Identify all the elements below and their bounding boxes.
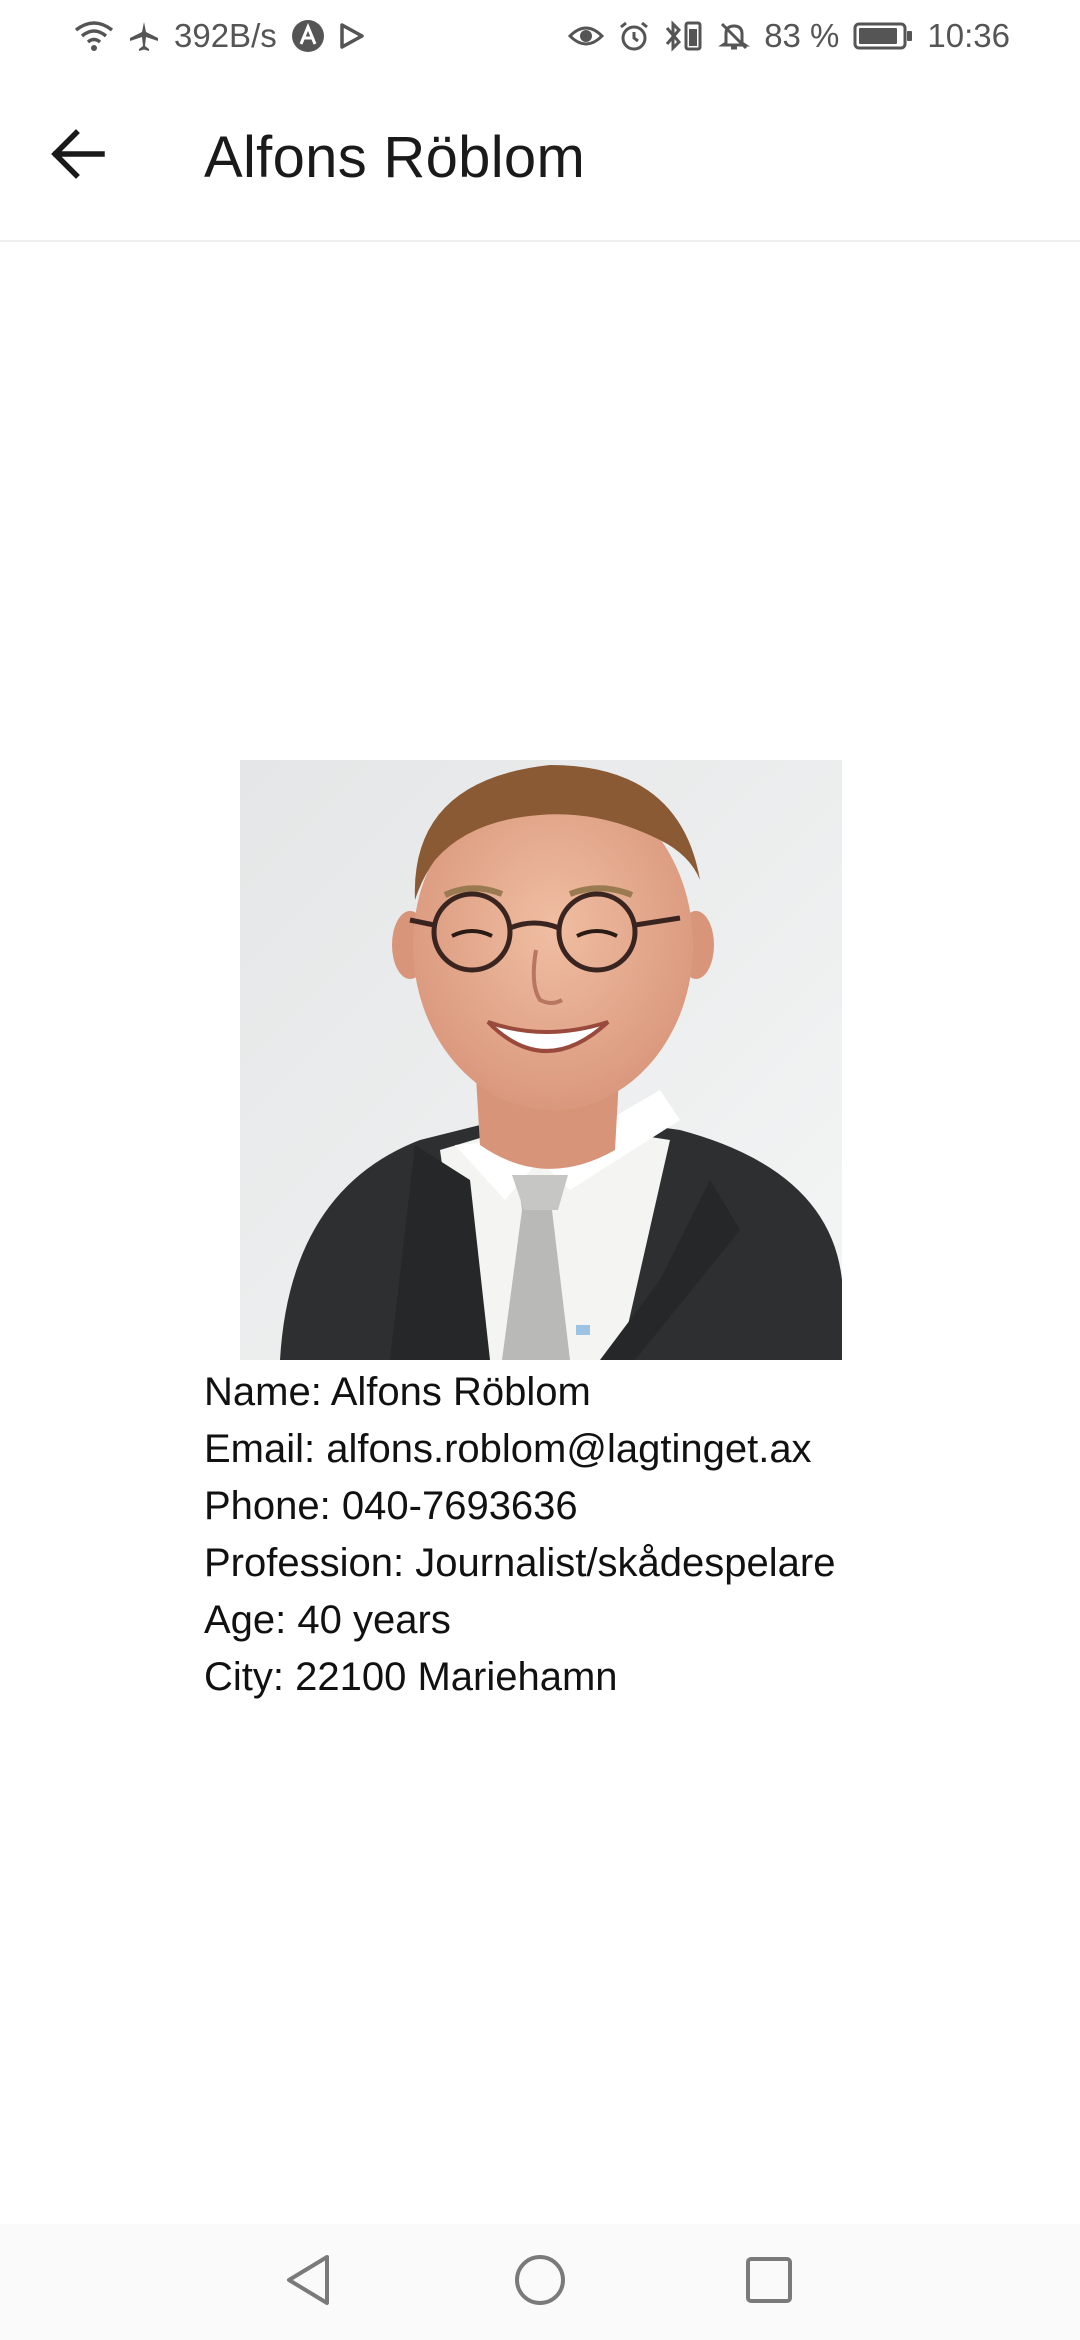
network-speed: 392B/s [174, 17, 277, 54]
screen: 392B/s 83 % 10:36 Alfons Röblom Name: Al… [0, 0, 1080, 2340]
profession-row: Profession: Journalist/skådespelare [204, 1541, 836, 1585]
eye-icon [568, 18, 605, 54]
age-row: Age: 40 years [204, 1598, 451, 1642]
email-row: Email: alfons.roblom@lagtinget.ax [204, 1427, 812, 1471]
home-circle-icon [513, 2253, 567, 2312]
back-button[interactable] [36, 114, 120, 198]
status-bar: 392B/s 83 % 10:36 [0, 0, 1080, 72]
play-icon [339, 18, 365, 54]
battery-percent: 83 % [764, 17, 840, 54]
app-bar: Alfons Röblom [0, 72, 1080, 242]
nav-recents-button[interactable] [729, 2242, 809, 2322]
airplane-icon [128, 18, 160, 54]
clock-time: 10:36 [927, 17, 1010, 54]
app-notification-icon [291, 18, 325, 54]
alarm-icon [618, 18, 650, 54]
nav-back-button[interactable] [268, 2242, 348, 2322]
name-row: Name: Alfons Röblom [204, 1370, 591, 1414]
silent-icon [718, 18, 751, 54]
bluetooth-icon [664, 18, 704, 54]
nav-home-button[interactable] [500, 2242, 580, 2322]
profile-details: Name: Alfons Röblom Email: alfons.roblom… [204, 1364, 1024, 1706]
status-right: 83 % 10:36 [568, 17, 1010, 55]
city-row: City: 22100 Mariehamn [204, 1655, 618, 1699]
arrow-left-icon [50, 128, 106, 185]
status-left: 392B/s [74, 17, 379, 55]
recents-square-icon [744, 2255, 794, 2310]
profile-photo [240, 760, 842, 1360]
system-nav-bar [0, 2224, 1080, 2340]
phone-row: Phone: 040-7693636 [204, 1484, 578, 1528]
wifi-icon [74, 18, 114, 54]
battery-icon [853, 18, 913, 54]
back-triangle-icon [283, 2253, 333, 2312]
page-title: Alfons Röblom [204, 125, 586, 190]
